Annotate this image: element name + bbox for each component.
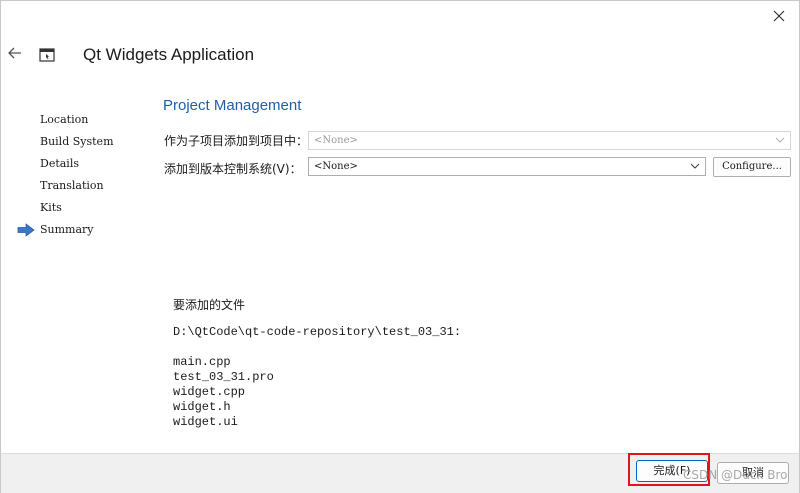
step-build-system: Build System [17, 134, 147, 156]
version-control-combo[interactable]: <None> [308, 157, 706, 176]
wizard-window: Qt Widgets Application Location Build Sy… [0, 0, 800, 493]
list-item: widget.cpp [173, 385, 246, 399]
wizard-steps: Location Build System Details Translatio… [17, 112, 147, 244]
close-icon [773, 10, 785, 22]
files-list: main.cpp test_03_31.pro widget.cpp widge… [173, 355, 274, 430]
step-kits: Kits [17, 200, 147, 222]
current-step-arrow-icon [17, 223, 35, 237]
step-label: Location [40, 113, 89, 126]
add-subproject-combo: <None> [308, 131, 791, 150]
wizard-title: Qt Widgets Application [83, 45, 255, 64]
configure-button[interactable]: Configure... [713, 157, 791, 177]
close-button[interactable] [767, 7, 791, 27]
application-window-icon [39, 48, 55, 62]
step-translation: Translation [17, 178, 147, 200]
step-summary: Summary [17, 222, 147, 244]
version-control-label: 添加到版本控制系统(V)： [164, 162, 302, 176]
files-path: D:\QtCode\qt-code-repository\test_03_31: [173, 325, 462, 339]
add-subproject-value: <None> [314, 135, 358, 146]
chevron-down-icon [775, 137, 785, 143]
cancel-button[interactable]: 取消 [717, 462, 789, 484]
section-title: Project Management [163, 97, 302, 114]
step-label: Build System [40, 135, 114, 148]
step-label: Details [40, 157, 79, 170]
add-subproject-label: 作为子项目添加到项目中： [164, 134, 309, 148]
version-control-value: <None> [314, 161, 358, 172]
list-item: main.cpp [173, 355, 231, 369]
step-details: Details [17, 156, 147, 178]
list-item: widget.h [173, 400, 231, 414]
back-arrow-icon [8, 47, 21, 59]
step-label: Kits [40, 201, 62, 214]
step-label: Translation [40, 179, 104, 192]
step-location: Location [17, 112, 147, 134]
chevron-down-icon [690, 163, 700, 169]
list-item: widget.ui [173, 415, 238, 429]
files-heading: 要添加的文件 [173, 298, 246, 312]
finish-button[interactable]: 完成(F) [636, 460, 708, 482]
back-button[interactable] [7, 45, 25, 63]
step-label: Summary [40, 223, 94, 236]
list-item: test_03_31.pro [173, 370, 274, 384]
